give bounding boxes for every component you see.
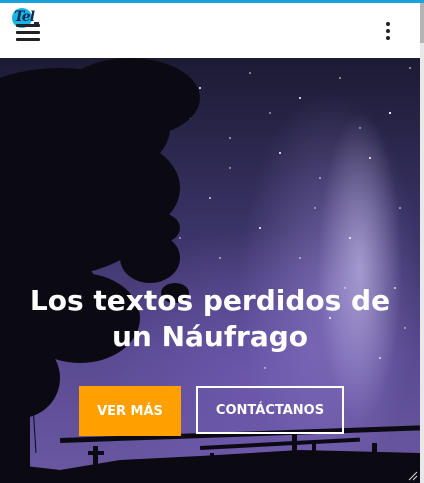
hero-title-line-2: un Náufrago bbox=[111, 320, 309, 353]
dot bbox=[386, 29, 390, 33]
vertical-dots-icon[interactable] bbox=[383, 20, 393, 44]
hamburger-bar bbox=[16, 31, 40, 34]
scrollbar-track[interactable] bbox=[420, 3, 424, 483]
dot bbox=[386, 22, 390, 26]
hero-title: Los textos perdidos de un Náufrago bbox=[0, 283, 420, 355]
top-navbar: Tel bbox=[0, 3, 424, 58]
hero-section: Los textos perdidos de un Náufrago VER M… bbox=[0, 58, 420, 483]
hero-title-line-1: Los textos perdidos de bbox=[29, 284, 391, 317]
ver-mas-button[interactable]: VER MÁS bbox=[79, 386, 181, 436]
dot bbox=[386, 36, 390, 40]
hamburger-bar bbox=[16, 38, 40, 41]
hamburger-bar bbox=[16, 24, 40, 27]
resize-grip-icon[interactable] bbox=[408, 471, 418, 481]
hamburger-menu-icon[interactable] bbox=[16, 22, 40, 42]
contactanos-button[interactable]: CONTÁCTANOS bbox=[196, 386, 344, 434]
scrollbar-thumb[interactable] bbox=[420, 3, 424, 43]
